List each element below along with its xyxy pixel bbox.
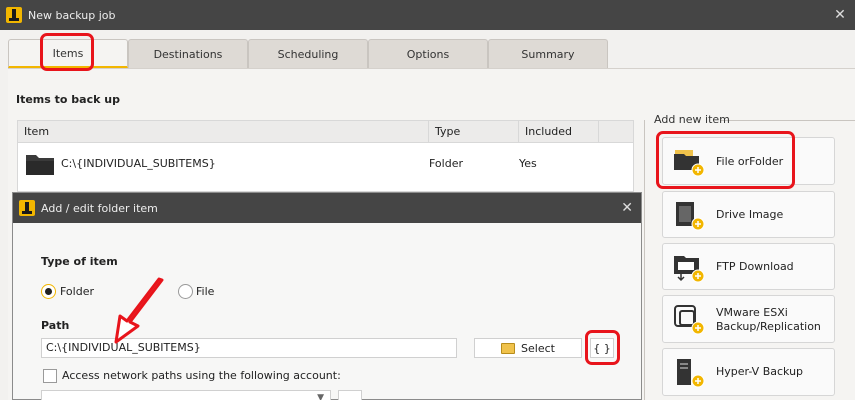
insert-variable-button[interactable]: { } [590,338,614,358]
radio-file[interactable] [178,284,193,299]
window-title: New backup job [28,8,116,22]
path-input[interactable]: C:\{INDIVIDUAL_SUBITEMS} [41,338,457,358]
add-file-folder-label: File orFolder [716,155,784,168]
radio-folder[interactable] [41,284,56,299]
app-logo-icon [6,7,22,23]
window-close-icon[interactable]: ✕ [831,6,849,24]
column-header-item[interactable]: Item [18,121,429,143]
tab-items[interactable]: Items [8,39,128,68]
add-vmware-button[interactable]: VMware ESXi Backup/Replication [662,295,835,343]
network-account-checkbox[interactable] [43,369,57,383]
network-account-label: Access network paths using the following… [62,369,341,382]
add-hyperv-button[interactable]: Hyper-V Backup [662,348,835,396]
hyperv-icon [677,359,705,388]
column-header-included[interactable]: Included [519,121,599,143]
add-ftp-download-label: FTP Download [716,260,794,273]
tab-options[interactable]: Options [368,39,488,68]
table-row[interactable]: C:\{INDIVIDUAL_SUBITEMS} Folder Yes [18,144,633,184]
add-new-item-group-border [644,120,645,400]
row-item-type: Folder [429,157,463,170]
select-path-label: Select [521,341,555,355]
radio-folder-label: Folder [60,285,94,298]
dialog-logo-icon [19,200,35,216]
row-item-path: C:\{INDIVIDUAL_SUBITEMS} [61,157,216,170]
add-vmware-label: VMware ESXi Backup/Replication [716,306,821,334]
tab-destinations[interactable]: Destinations [128,39,248,68]
vmware-icon [674,305,705,335]
items-section-title: Items to back up [16,93,120,106]
add-file-folder-button[interactable]: File orFolder [662,137,835,185]
items-table-header: Item Type Included [18,121,633,143]
window-titlebar: New backup job ✕ [0,0,855,30]
column-header-type[interactable]: Type [429,121,519,143]
dialog-title: Add / edit folder item [41,201,158,215]
add-drive-image-label: Drive Image [716,208,784,221]
ftp-download-icon [674,256,705,283]
add-new-item-group-line [720,120,855,121]
type-of-item-label: Type of item [41,255,118,268]
tab-scheduling[interactable]: Scheduling [248,39,368,68]
add-vmware-label-line1: VMware ESXi [716,306,788,319]
add-new-item-title: Add new item [654,113,730,126]
file-folder-icon [674,150,705,177]
drive-image-icon [676,202,705,231]
dialog-close-icon[interactable]: ✕ [621,200,633,216]
folder-icon [26,155,54,175]
add-drive-image-button[interactable]: Drive Image [662,191,835,238]
network-account-edit-button[interactable] [338,390,362,400]
add-ftp-download-button[interactable]: FTP Download [662,243,835,290]
items-table: Item Type Included C:\{INDIVIDUAL_SUBITE… [17,120,634,192]
dialog-titlebar: Add / edit folder item ✕ [13,193,641,223]
radio-file-label: File [196,285,215,298]
tab-bar: Items Destinations Scheduling Options Su… [0,30,855,68]
select-path-button[interactable]: Select [474,338,582,358]
path-label: Path [41,319,70,332]
network-account-select[interactable]: ▼ [41,390,331,400]
row-item-included: Yes [519,157,537,170]
add-vmware-label-line2: Backup/Replication [716,320,821,333]
chevron-down-icon: ▼ [317,393,324,400]
tab-summary[interactable]: Summary [488,39,608,68]
open-folder-icon [501,342,516,354]
add-hyperv-label: Hyper-V Backup [716,365,804,378]
